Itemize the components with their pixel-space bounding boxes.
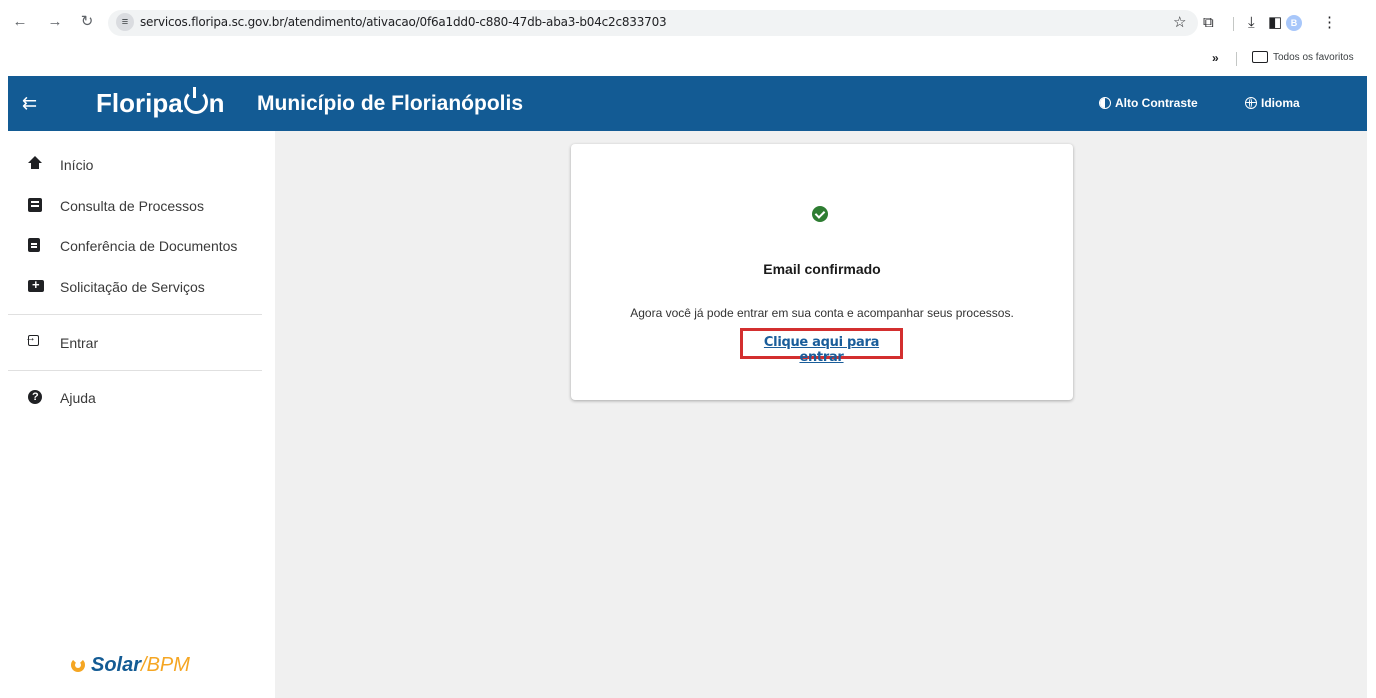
high-contrast-button[interactable]: Alto Contraste bbox=[1099, 96, 1198, 110]
download-icon[interactable]: ⤓ bbox=[1248, 14, 1255, 32]
high-contrast-label: Alto Contraste bbox=[1115, 96, 1198, 110]
globe-icon bbox=[1245, 97, 1257, 109]
sidebar-item-label: Início bbox=[60, 157, 94, 173]
login-link[interactable]: Clique aqui para entrar bbox=[743, 335, 900, 365]
home-icon bbox=[28, 156, 42, 169]
bpm-brand: /BPM bbox=[141, 654, 190, 676]
page-title: Município de Florianópolis bbox=[257, 92, 523, 115]
address-bar[interactable]: ≡ servicos.floripa.sc.gov.br/atendimento… bbox=[108, 10, 1198, 36]
sidebar-item-label: Entrar bbox=[60, 335, 99, 351]
clipboard-icon bbox=[28, 238, 40, 252]
url-text[interactable]: servicos.floripa.sc.gov.br/atendimento/a… bbox=[140, 15, 667, 29]
sidebar-divider bbox=[8, 370, 262, 371]
sidebar-item-entrar[interactable]: Entrar bbox=[8, 325, 268, 361]
back-icon[interactable]: ← bbox=[10, 12, 30, 32]
solar-bpm-logo: Solar/BPM bbox=[71, 653, 190, 677]
profile-avatar[interactable]: B bbox=[1286, 15, 1302, 31]
reload-icon[interactable]: ↻ bbox=[77, 12, 97, 32]
sidebar-item-label: Solicitação de Serviços bbox=[60, 279, 205, 295]
extensions-icon[interactable]: ⧉ bbox=[1203, 14, 1214, 32]
sidebar-item-label: Consulta de Processos bbox=[60, 198, 204, 214]
toolbar-divider bbox=[1233, 17, 1234, 31]
card-message: Agora você já pode entrar em sua conta e… bbox=[630, 306, 1014, 320]
logo-text-pre: Floripa bbox=[96, 88, 183, 118]
logo-text-post: n bbox=[208, 88, 225, 118]
power-icon bbox=[183, 87, 208, 114]
bookmarks-divider bbox=[1236, 52, 1237, 66]
collapse-menu-icon[interactable]: ⇇ bbox=[22, 92, 37, 114]
card-title: Email confirmado bbox=[763, 261, 881, 277]
sidebar-divider bbox=[8, 314, 262, 315]
sidebar-item-consulta-processos[interactable]: Consulta de Processos bbox=[8, 188, 268, 224]
language-label: Idioma bbox=[1261, 96, 1300, 110]
menu-icon[interactable]: ⋮ bbox=[1322, 14, 1337, 32]
all-bookmarks-label[interactable]: Todos os favoritos bbox=[1273, 52, 1354, 63]
help-icon bbox=[28, 390, 42, 404]
list-icon bbox=[28, 198, 42, 212]
star-icon[interactable]: ☆ bbox=[1173, 14, 1186, 32]
app-header: ⇇ Floripa n Município de Florianópolis Al… bbox=[8, 76, 1367, 131]
sun-icon bbox=[71, 658, 85, 672]
sidebar-item-solicitacao-servicos[interactable]: Solicitação de Serviços bbox=[8, 269, 268, 305]
sidebar-item-label: Ajuda bbox=[60, 390, 96, 406]
main-content: Email confirmado Agora você já pode entr… bbox=[275, 131, 1367, 698]
window-edge bbox=[1367, 76, 1376, 698]
forward-icon[interactable]: → bbox=[45, 12, 65, 32]
chevron-right-icon[interactable]: » bbox=[1212, 51, 1219, 65]
folder-icon[interactable] bbox=[1252, 51, 1268, 63]
sidebar-item-ajuda[interactable]: Ajuda bbox=[8, 380, 268, 416]
floripa-on-logo[interactable]: Floripa n bbox=[96, 87, 225, 118]
confirmation-card: Email confirmado Agora você já pode entr… bbox=[571, 144, 1073, 400]
sidebar-item-inicio[interactable]: Início bbox=[8, 147, 268, 183]
side-panel-icon[interactable]: ◧ bbox=[1268, 14, 1282, 32]
folder-plus-icon bbox=[28, 277, 44, 292]
site-settings-icon[interactable]: ≡ bbox=[116, 13, 134, 31]
browser-chrome: ← → ↻ ≡ servicos.floripa.sc.gov.br/atend… bbox=[0, 0, 1376, 76]
sidebar-item-conferencia-documentos[interactable]: Conferência de Documentos bbox=[8, 228, 268, 264]
check-circle-icon bbox=[812, 206, 828, 222]
sidebar: Início Consulta de Processos Conferência… bbox=[8, 131, 275, 698]
bookmarks-bar: » Todos os favoritos bbox=[0, 46, 1376, 72]
contrast-icon bbox=[1099, 97, 1111, 109]
solar-brand: Solar bbox=[91, 654, 142, 676]
login-icon bbox=[25, 332, 39, 346]
login-link-highlight: Clique aqui para entrar bbox=[740, 328, 903, 365]
sidebar-item-label: Conferência de Documentos bbox=[60, 238, 238, 254]
language-button[interactable]: Idioma bbox=[1245, 96, 1300, 110]
